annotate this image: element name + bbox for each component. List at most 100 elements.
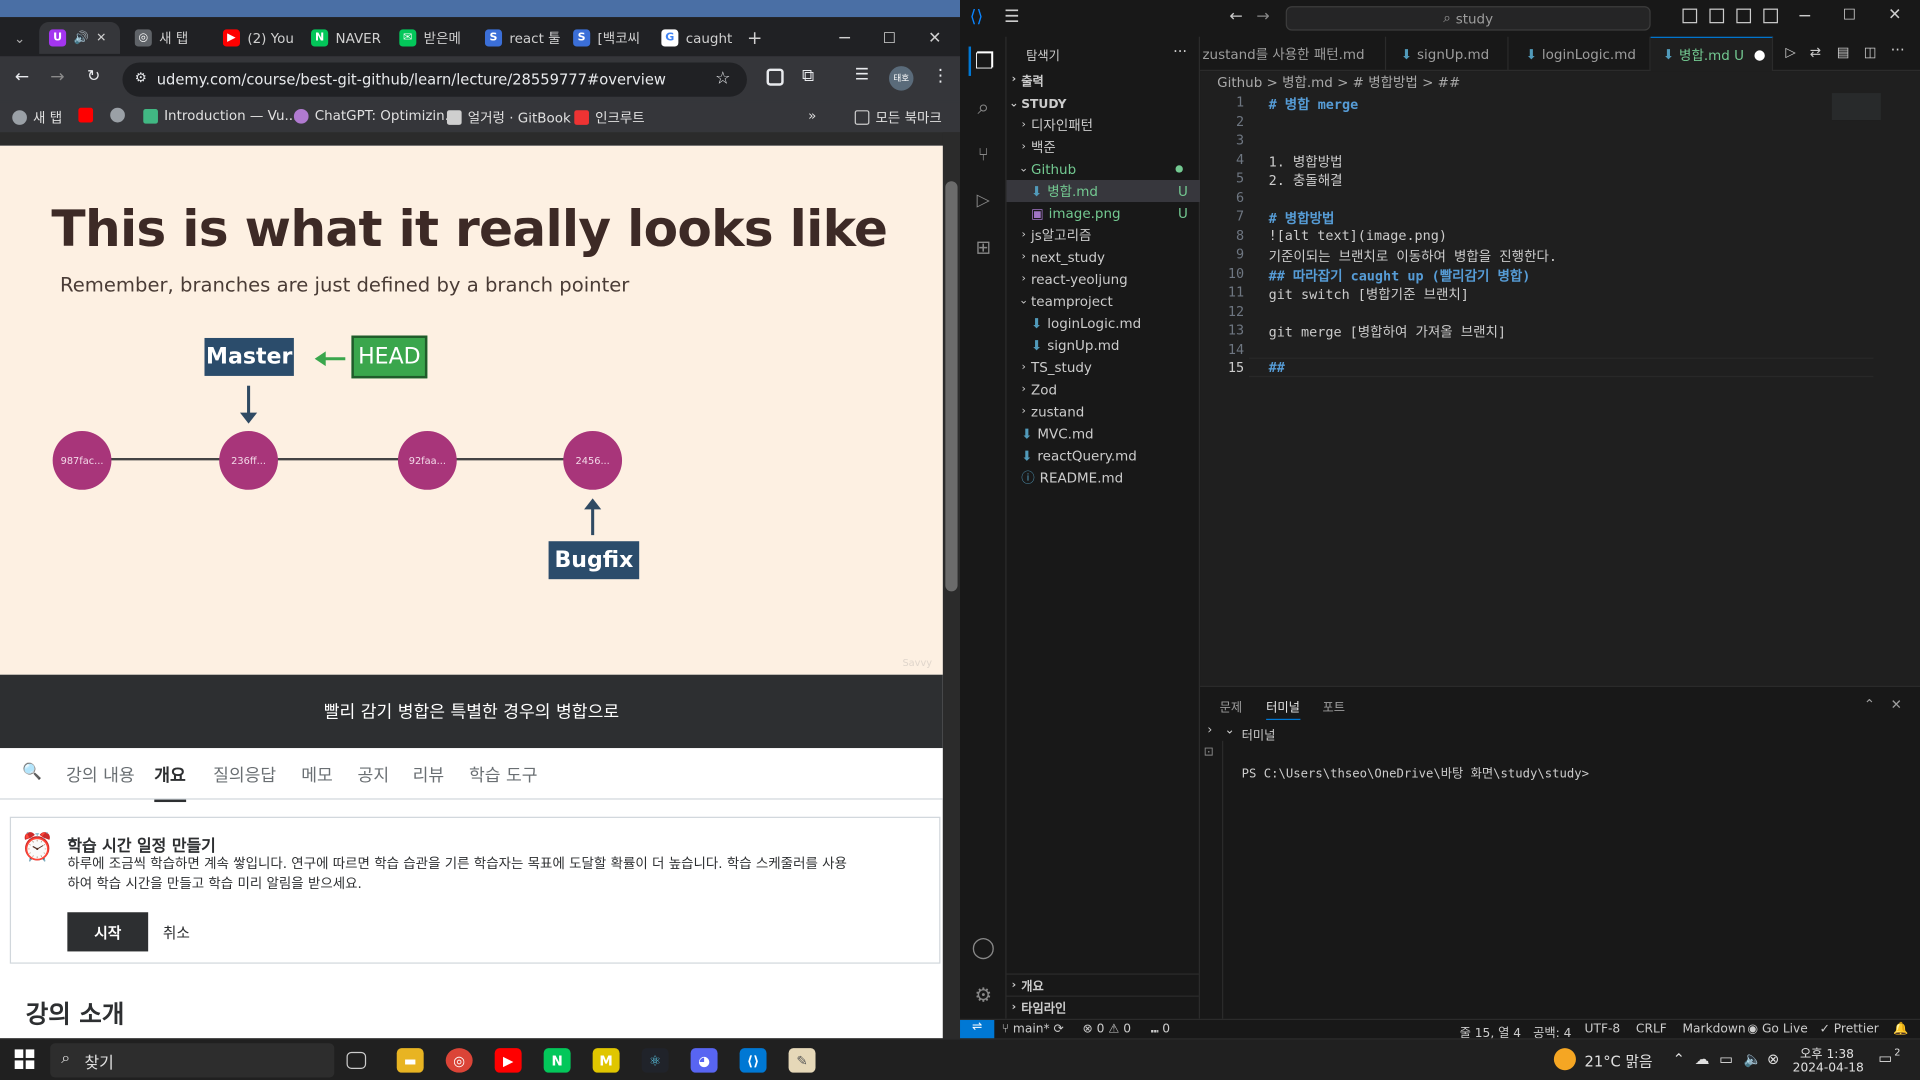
- page-scrollbar[interactable]: [942, 132, 961, 1039]
- tree-item[interactable]: › TS_study: [1007, 356, 1200, 378]
- editor-tab-active[interactable]: ⬇ 병합.md U ●: [1650, 36, 1774, 72]
- breadcrumb[interactable]: Github > 병합.md > # 병합방법 > ##: [1217, 72, 1460, 92]
- start-button[interactable]: 시작: [67, 912, 149, 952]
- cancel-button[interactable]: 취소: [163, 912, 190, 951]
- compare-icon[interactable]: ⇄: [1810, 44, 1821, 60]
- maximize-button[interactable]: ☐: [883, 22, 896, 54]
- close-window-button[interactable]: ✕: [1888, 6, 1901, 24]
- tree-item[interactable]: › react-yeoljung: [1007, 268, 1200, 290]
- onedrive-icon[interactable]: ☁: [1695, 1051, 1710, 1068]
- branch-item[interactable]: ⑂ main* ⟳: [1002, 1022, 1064, 1035]
- go-live-item[interactable]: ◉ Go Live: [1747, 1022, 1807, 1035]
- chevron-down-icon[interactable]: ⌄: [1225, 724, 1235, 737]
- minimize-button[interactable]: −: [1798, 6, 1812, 26]
- taskbar-search[interactable]: ⌕ 찾기: [50, 1043, 335, 1078]
- back-icon[interactable]: ←: [15, 67, 29, 87]
- language-mode[interactable]: Markdown: [1682, 1022, 1745, 1035]
- tab-mail[interactable]: ✉ 받은메: [399, 22, 477, 54]
- vscode-taskbar-icon[interactable]: ⟨⟩: [739, 1048, 767, 1073]
- tab-reviews[interactable]: 리뷰: [413, 763, 445, 787]
- menu-icon[interactable]: ⋮: [932, 66, 949, 86]
- section-outline[interactable]: › 개요: [1006, 973, 1201, 995]
- tree-item[interactable]: ⌄ teamproject: [1007, 290, 1200, 312]
- explorer-icon[interactable]: ❐: [968, 46, 998, 76]
- windows-start-icon[interactable]: [14, 1049, 35, 1069]
- cursor-position[interactable]: 줄 15, 열 4: [1460, 1022, 1521, 1038]
- media-icon[interactable]: ☰: [855, 66, 869, 84]
- account-icon[interactable]: ◯: [969, 933, 998, 962]
- toggle-sidebar-icon[interactable]: [1682, 8, 1698, 24]
- panel-tab-ports[interactable]: 포트: [1322, 697, 1345, 715]
- tab-notes[interactable]: 메모: [301, 763, 333, 787]
- tab-qna[interactable]: 질의응답: [213, 763, 276, 787]
- problems-item[interactable]: ⊗ 0 ⚠ 0: [1082, 1022, 1131, 1035]
- tab-new[interactable]: ◎ 새 탭: [134, 22, 211, 54]
- end-of-line[interactable]: CRLF: [1636, 1022, 1667, 1035]
- tree-item[interactable]: › 디자인패턴: [1007, 114, 1200, 136]
- close-icon[interactable]: ✕: [96, 31, 106, 44]
- tab-naver[interactable]: N NAVER: [311, 22, 389, 54]
- all-bookmarks[interactable]: 모든 북마크: [854, 108, 942, 128]
- section-output[interactable]: › 출력: [1007, 69, 1200, 91]
- tree-item[interactable]: ⬇ loginLogic.md: [1007, 312, 1200, 334]
- tree-item[interactable]: › next_study: [1007, 246, 1200, 268]
- panel-tab-problems[interactable]: 문제: [1220, 697, 1243, 715]
- hamburger-menu-icon[interactable]: ☰: [1004, 7, 1019, 27]
- indentation[interactable]: 공백: 4: [1533, 1022, 1571, 1038]
- new-tab-button[interactable]: +: [747, 22, 764, 54]
- command-center[interactable]: ⌕ study: [1285, 6, 1651, 31]
- bell-icon[interactable]: 🔔: [1893, 1022, 1908, 1035]
- tree-item[interactable]: › zustand: [1007, 400, 1200, 422]
- avatar[interactable]: 태호: [888, 66, 914, 91]
- extension-icon[interactable]: [766, 68, 784, 86]
- close-window-button[interactable]: ✕: [928, 22, 941, 54]
- bookmarks-more-icon[interactable]: »: [808, 108, 816, 124]
- tree-item[interactable]: › js알고리즘: [1007, 224, 1200, 246]
- forward-icon[interactable]: →: [50, 67, 64, 87]
- puzzle-icon[interactable]: ⧉: [802, 66, 814, 86]
- tree-item[interactable]: › 백준: [1007, 136, 1200, 158]
- volume-icon[interactable]: 🔈: [1744, 1051, 1762, 1068]
- star-icon[interactable]: ☆: [715, 69, 730, 89]
- close-panel-icon[interactable]: ✕: [1891, 697, 1902, 713]
- file-explorer-icon[interactable]: ▬: [396, 1048, 424, 1073]
- ports-item[interactable]: ⑉ 0: [1151, 1022, 1170, 1035]
- run-icon[interactable]: ▷: [1785, 44, 1795, 60]
- tree-item[interactable]: ⬇ reactQuery.md: [1007, 444, 1200, 466]
- layout-icon[interactable]: [1763, 8, 1778, 24]
- tree-item[interactable]: ⬇ signUp.md: [1007, 334, 1200, 356]
- react-taskbar-icon[interactable]: ⚛: [641, 1048, 669, 1073]
- tab-google[interactable]: Gcaught: [661, 22, 737, 54]
- maximize-button[interactable]: ☐: [1843, 6, 1856, 23]
- task-view-icon[interactable]: [346, 1051, 367, 1069]
- clock-date[interactable]: 2024-04-18: [1793, 1062, 1864, 1075]
- bookmark-incruit[interactable]: 인크루트: [574, 108, 645, 128]
- tab-react[interactable]: Sreact 툴: [484, 22, 563, 54]
- tree-item[interactable]: ⓘ README.md: [1007, 467, 1200, 489]
- tab-announcements[interactable]: 공지: [358, 763, 390, 787]
- tree-item[interactable]: ⬇ MVC.md: [1007, 422, 1200, 444]
- tab-backcode[interactable]: S [백코씨: [573, 22, 651, 54]
- run-debug-icon[interactable]: ▷: [969, 186, 998, 215]
- search-icon[interactable]: 🔍: [22, 763, 42, 781]
- paint-taskbar-icon[interactable]: ✎: [788, 1048, 816, 1073]
- more-actions-icon[interactable]: ···: [1891, 42, 1905, 59]
- unsaved-dot-icon[interactable]: ●: [1754, 47, 1766, 63]
- toggle-secondary-icon[interactable]: [1736, 8, 1752, 24]
- tab-search-icon[interactable]: ⌄: [7, 22, 31, 54]
- tab-curriculum[interactable]: 강의 내용: [66, 763, 135, 787]
- bookmark-vue[interactable]: Introduction — Vu...: [143, 108, 297, 124]
- address-bar[interactable]: ⚙ udemy.com/course/best-git-github/learn…: [122, 62, 747, 97]
- tree-item[interactable]: ▣ image.png U: [1007, 202, 1200, 224]
- editor-tab[interactable]: ⬇ loginLogic.md: [1509, 36, 1651, 72]
- app-taskbar-icon[interactable]: M: [592, 1048, 620, 1073]
- weather-icon[interactable]: [1553, 1048, 1576, 1071]
- extensions-icon[interactable]: ⊞: [969, 233, 998, 262]
- naver-taskbar-icon[interactable]: N: [543, 1048, 571, 1073]
- editor-tab[interactable]: zustand를 사용한 패턴.md: [1200, 36, 1387, 72]
- maximize-panel-icon[interactable]: ⌃: [1864, 697, 1875, 713]
- scrollbar-thumb[interactable]: [945, 181, 958, 592]
- tree-item[interactable]: ⌄ Github: [1007, 158, 1200, 180]
- site-info-icon[interactable]: ⚙: [135, 70, 147, 86]
- network-icon[interactable]: ▭: [1719, 1051, 1733, 1068]
